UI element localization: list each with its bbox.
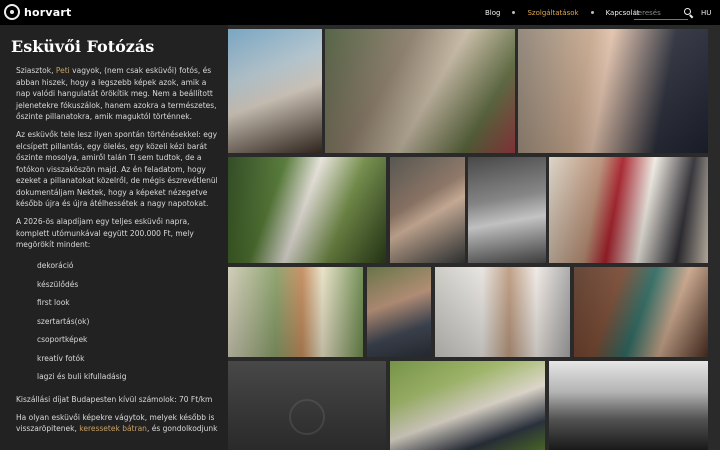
nav-separator-dot [512,11,516,14]
nav-blog[interactable]: Blog [485,9,500,17]
nav-separator-dot [590,11,594,14]
logo[interactable]: horvart [4,4,72,20]
main-nav: Blog Szolgáltatások Kapcsolat [485,0,640,25]
list-item: lagzi és buli kifulladásig [37,372,127,381]
page-title: Esküvői Fotózás [11,37,155,56]
moments-paragraph: Az esküvők tele lesz ilyen spontán törté… [16,130,218,208]
outro-paragraph: Ha olyan esküvői képekre vágytok, melyek… [16,412,222,435]
watermark-logo-icon [289,399,325,435]
gallery-photo[interactable] [574,267,708,357]
list-item: csoportképek [37,335,88,344]
travel-fee-paragraph: Kiszállási díjat Budapesten kívül számol… [16,394,213,404]
list-item: dekoráció [37,261,74,270]
gallery-photo[interactable] [367,267,431,357]
list-item: készülődés [37,279,79,289]
gallery-photo[interactable] [435,267,570,357]
contact-link[interactable]: keressetek bátran [79,424,147,433]
list-item: first look [37,298,70,307]
nav-services[interactable]: Szolgáltatások [527,9,578,17]
gallery-photo[interactable] [549,361,708,450]
search-icon[interactable] [684,8,691,15]
intro-text: Sziasztok, [16,66,56,75]
content-panel: Esküvői Fotózás Sziasztok, Peti vagyok, … [0,25,228,450]
outro-text-rest: , és gondolkodjunk [146,424,218,433]
top-navigation-bar: horvart Blog Szolgáltatások Kapcsolat ke… [0,0,720,25]
logo-icon [4,4,20,20]
gallery-photo[interactable] [549,157,708,263]
gallery-photo[interactable] [518,29,708,153]
price-paragraph: A 2026-ös alapdíjam egy teljes esküvői n… [16,217,194,249]
gallery-photo[interactable] [390,361,545,450]
logo-text: horvart [24,5,72,19]
list-item: kreatív fotók [37,353,85,363]
gallery-photo[interactable] [228,157,386,263]
language-switch[interactable]: HU [701,9,711,17]
search-input[interactable]: keresés [634,7,688,20]
search-placeholder: keresés [634,9,661,17]
photo-gallery [228,25,720,450]
author-name-link[interactable]: Peti [56,66,70,75]
gallery-photo[interactable] [325,29,515,153]
gallery-photo[interactable] [228,29,322,153]
gallery-photo[interactable] [390,157,465,263]
intro-paragraph: Sziasztok, Peti vagyok, (nem csak esküvő… [16,65,222,123]
gallery-photo[interactable] [468,157,546,263]
service-list: dekoráció készülődés first look szertart… [16,257,222,387]
list-item: szertartás(ok) [37,316,90,326]
gallery-photo[interactable] [228,267,363,357]
content-text: Sziasztok, Peti vagyok, (nem csak esküvő… [16,65,222,441]
gallery-photo-dimmed[interactable] [228,361,386,450]
